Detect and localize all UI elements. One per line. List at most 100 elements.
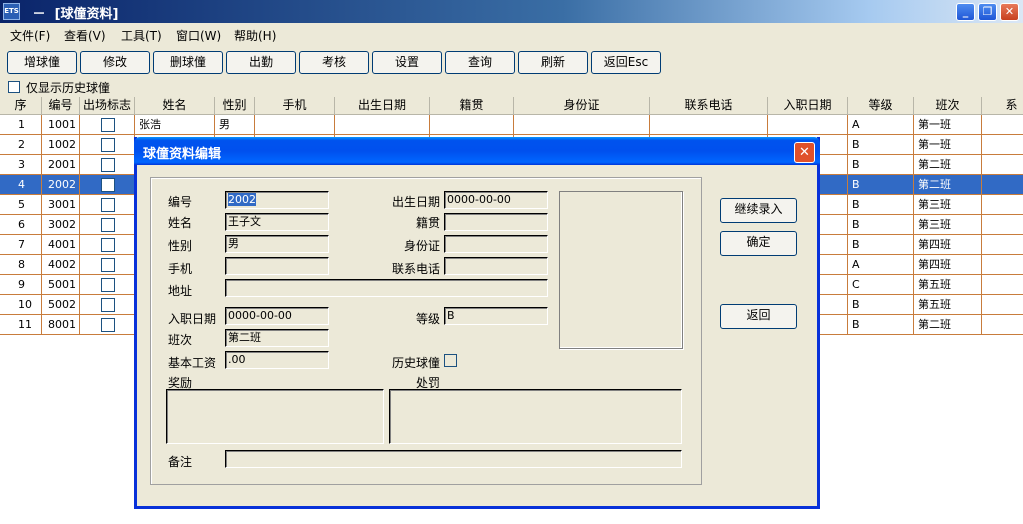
- table-cell[interactable]: B: [848, 315, 914, 335]
- column-header[interactable]: 编号: [42, 97, 80, 115]
- gender-field[interactable]: 男: [225, 235, 329, 253]
- attendance-checkbox[interactable]: [101, 138, 115, 152]
- table-cell[interactable]: [80, 135, 135, 155]
- table-cell[interactable]: [982, 275, 1023, 295]
- table-cell[interactable]: 3: [0, 155, 42, 175]
- delete-player-button[interactable]: 删球僮: [153, 51, 223, 74]
- origin-field[interactable]: [444, 213, 548, 231]
- attendance-checkbox[interactable]: [101, 278, 115, 292]
- table-cell[interactable]: 6: [0, 215, 42, 235]
- table-cell[interactable]: 8001: [42, 315, 80, 335]
- table-cell[interactable]: 4002: [42, 255, 80, 275]
- table-cell[interactable]: [335, 115, 430, 135]
- table-cell[interactable]: 8: [0, 255, 42, 275]
- table-cell[interactable]: [255, 115, 335, 135]
- table-cell[interactable]: B: [848, 195, 914, 215]
- table-cell[interactable]: B: [848, 215, 914, 235]
- add-player-button[interactable]: 增球僮: [7, 51, 77, 74]
- table-cell[interactable]: 第三班: [914, 195, 982, 215]
- table-cell[interactable]: A: [848, 115, 914, 135]
- table-cell[interactable]: 1001: [42, 115, 80, 135]
- menu-view[interactable]: 查看(V): [64, 27, 106, 44]
- column-header[interactable]: 出场标志: [80, 97, 135, 115]
- table-cell[interactable]: 2001: [42, 155, 80, 175]
- menu-tools[interactable]: 工具(T): [121, 27, 162, 44]
- restore-button[interactable]: ❐: [978, 3, 997, 21]
- attendance-checkbox[interactable]: [101, 118, 115, 132]
- dialog-close-button[interactable]: ✕: [794, 142, 815, 163]
- table-cell[interactable]: 第二班: [914, 315, 982, 335]
- table-cell[interactable]: 2002: [42, 175, 80, 195]
- table-cell[interactable]: [80, 215, 135, 235]
- table-cell[interactable]: B: [848, 235, 914, 255]
- return-esc-button[interactable]: 返回Esc: [591, 51, 661, 74]
- table-cell[interactable]: [982, 115, 1023, 135]
- table-cell[interactable]: [982, 215, 1023, 235]
- edit-button[interactable]: 修改: [80, 51, 150, 74]
- table-cell[interactable]: [982, 235, 1023, 255]
- grade-field[interactable]: B: [444, 307, 548, 325]
- refresh-button[interactable]: 刷新: [518, 51, 588, 74]
- table-cell[interactable]: 3001: [42, 195, 80, 215]
- menu-file[interactable]: 文件(F): [10, 27, 50, 44]
- table-cell[interactable]: [430, 115, 514, 135]
- table-cell[interactable]: 1002: [42, 135, 80, 155]
- table-cell[interactable]: [80, 255, 135, 275]
- column-header[interactable]: 身份证: [514, 97, 650, 115]
- idcard-field[interactable]: [444, 235, 548, 253]
- shift-field[interactable]: 第二班: [225, 329, 329, 347]
- table-cell[interactable]: B: [848, 155, 914, 175]
- table-cell[interactable]: 5002: [42, 295, 80, 315]
- table-cell[interactable]: 2: [0, 135, 42, 155]
- attendance-checkbox[interactable]: [101, 238, 115, 252]
- table-cell[interactable]: 11: [0, 315, 42, 335]
- column-header[interactable]: 系: [982, 97, 1023, 115]
- table-cell[interactable]: [80, 235, 135, 255]
- column-header[interactable]: 性别: [215, 97, 255, 115]
- table-cell[interactable]: B: [848, 175, 914, 195]
- history-player-checkbox[interactable]: [444, 354, 457, 367]
- column-header[interactable]: 联系电话: [650, 97, 768, 115]
- attendance-button[interactable]: 出勤: [226, 51, 296, 74]
- table-cell[interactable]: B: [848, 135, 914, 155]
- table-cell[interactable]: 3002: [42, 215, 80, 235]
- table-cell[interactable]: 10: [0, 295, 42, 315]
- query-button[interactable]: 查询: [445, 51, 515, 74]
- table-cell[interactable]: 1: [0, 115, 42, 135]
- menu-help[interactable]: 帮助(H): [234, 27, 276, 44]
- table-cell[interactable]: [982, 175, 1023, 195]
- back-button[interactable]: 返回: [720, 304, 797, 329]
- attendance-checkbox[interactable]: [101, 318, 115, 332]
- menu-window[interactable]: 窗口(W): [176, 27, 221, 44]
- table-cell[interactable]: 5: [0, 195, 42, 215]
- attendance-checkbox[interactable]: [101, 218, 115, 232]
- table-cell[interactable]: [514, 115, 650, 135]
- table-cell[interactable]: [80, 175, 135, 195]
- table-cell[interactable]: [650, 115, 768, 135]
- attendance-checkbox[interactable]: [101, 258, 115, 272]
- table-cell[interactable]: 男: [215, 115, 255, 135]
- table-cell[interactable]: [80, 295, 135, 315]
- column-header[interactable]: 姓名: [135, 97, 215, 115]
- column-header[interactable]: 籍贯: [430, 97, 514, 115]
- table-cell[interactable]: 第三班: [914, 215, 982, 235]
- settings-button[interactable]: 设置: [372, 51, 442, 74]
- remark-field[interactable]: [225, 450, 682, 468]
- table-cell[interactable]: 第五班: [914, 295, 982, 315]
- table-cell[interactable]: [982, 315, 1023, 335]
- window-title-bar[interactable]: [0, 0, 1023, 23]
- table-cell[interactable]: [982, 295, 1023, 315]
- address-field[interactable]: [225, 279, 548, 297]
- table-cell[interactable]: 张浩: [135, 115, 215, 135]
- column-header[interactable]: 出生日期: [335, 97, 430, 115]
- column-header[interactable]: 手机: [255, 97, 335, 115]
- penalty-textarea[interactable]: [389, 389, 682, 444]
- table-cell[interactable]: 第二班: [914, 175, 982, 195]
- table-cell[interactable]: [982, 195, 1023, 215]
- close-button[interactable]: ✕: [1000, 3, 1019, 21]
- ok-button[interactable]: 确定: [720, 231, 797, 256]
- column-header[interactable]: 等级: [848, 97, 914, 115]
- table-cell[interactable]: 第四班: [914, 255, 982, 275]
- table-cell[interactable]: 7: [0, 235, 42, 255]
- table-cell[interactable]: 4: [0, 175, 42, 195]
